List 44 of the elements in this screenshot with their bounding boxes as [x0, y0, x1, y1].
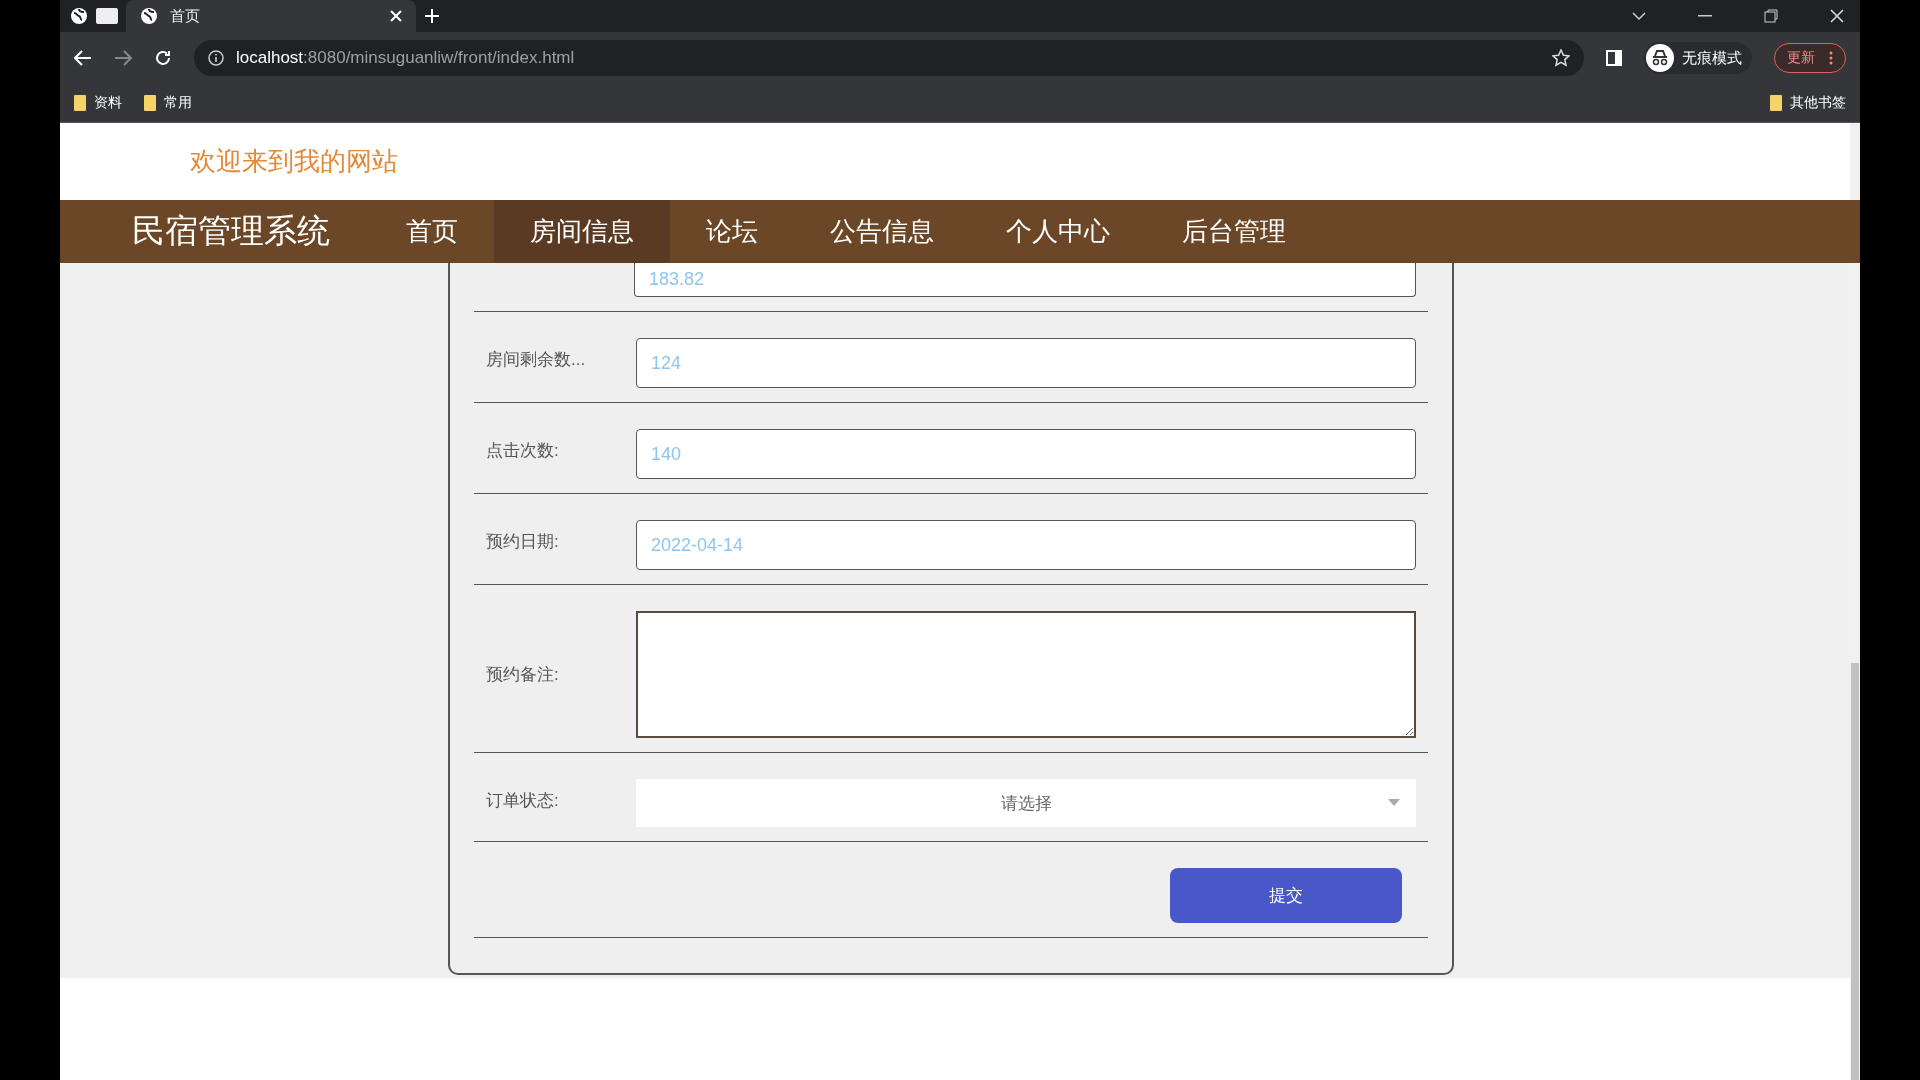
- bookmark-link[interactable]: 其他书签: [1790, 94, 1846, 112]
- field-label: 预约备注:: [486, 664, 560, 686]
- back-icon[interactable]: [74, 50, 92, 66]
- site-title: 民宿管理系统: [132, 211, 330, 251]
- restore-icon[interactable]: [1764, 9, 1778, 23]
- chevron-icon[interactable]: [1632, 12, 1646, 20]
- field-label: 预约日期:: [486, 531, 560, 553]
- update-button[interactable]: 更新: [1774, 43, 1846, 73]
- info-icon: [208, 50, 224, 66]
- close-icon[interactable]: [1830, 9, 1844, 23]
- notes-field[interactable]: [636, 611, 1416, 738]
- nav-item[interactable]: 房间信息: [494, 200, 670, 263]
- field-label: 订单状态:: [486, 790, 560, 812]
- side-panel-icon[interactable]: [1606, 50, 1622, 66]
- welcome-text: 欢迎来到我的网站: [190, 145, 398, 178]
- nav-item[interactable]: 后台管理: [1146, 200, 1322, 263]
- browser-tab[interactable]: 首页: [126, 0, 416, 32]
- incognito-badge[interactable]: 无痕模式: [1644, 42, 1752, 74]
- folder-icon: [1770, 95, 1782, 111]
- status-select[interactable]: 请选择: [636, 779, 1416, 827]
- minimize-icon[interactable]: [1698, 15, 1712, 17]
- plus-icon[interactable]: [424, 8, 440, 24]
- reload-icon[interactable]: [154, 49, 172, 67]
- globe-icon: [140, 7, 158, 25]
- url-text: localhost:8080/minsuguanliw/front/index.html: [236, 48, 575, 68]
- address-bar[interactable]: localhost:8080/minsuguanliw/front/index.html: [194, 40, 1584, 76]
- nav-item[interactable]: 首页: [370, 200, 494, 263]
- folder-icon: [74, 95, 86, 111]
- nav-item[interactable]: 论坛: [670, 200, 794, 263]
- nav-item[interactable]: 公告信息: [794, 200, 970, 263]
- submit-button[interactable]: 提交: [1170, 868, 1402, 923]
- caret-icon: [1388, 799, 1400, 806]
- more-icon: [1829, 51, 1833, 65]
- bookmark-link[interactable]: 资料: [94, 94, 122, 112]
- bookmark-link[interactable]: 常用: [164, 94, 192, 112]
- nav-item[interactable]: 个人中心: [970, 200, 1146, 263]
- folder-icon: [144, 95, 156, 111]
- forward-icon[interactable]: [114, 50, 132, 66]
- star-icon[interactable]: [1552, 49, 1570, 67]
- field-label: 点击次数:: [486, 440, 560, 462]
- field-label: 房间剩余数...: [486, 349, 587, 371]
- incognito-icon: [1646, 44, 1674, 72]
- globe-icon: [70, 7, 88, 25]
- scrollbar[interactable]: [1850, 123, 1860, 1080]
